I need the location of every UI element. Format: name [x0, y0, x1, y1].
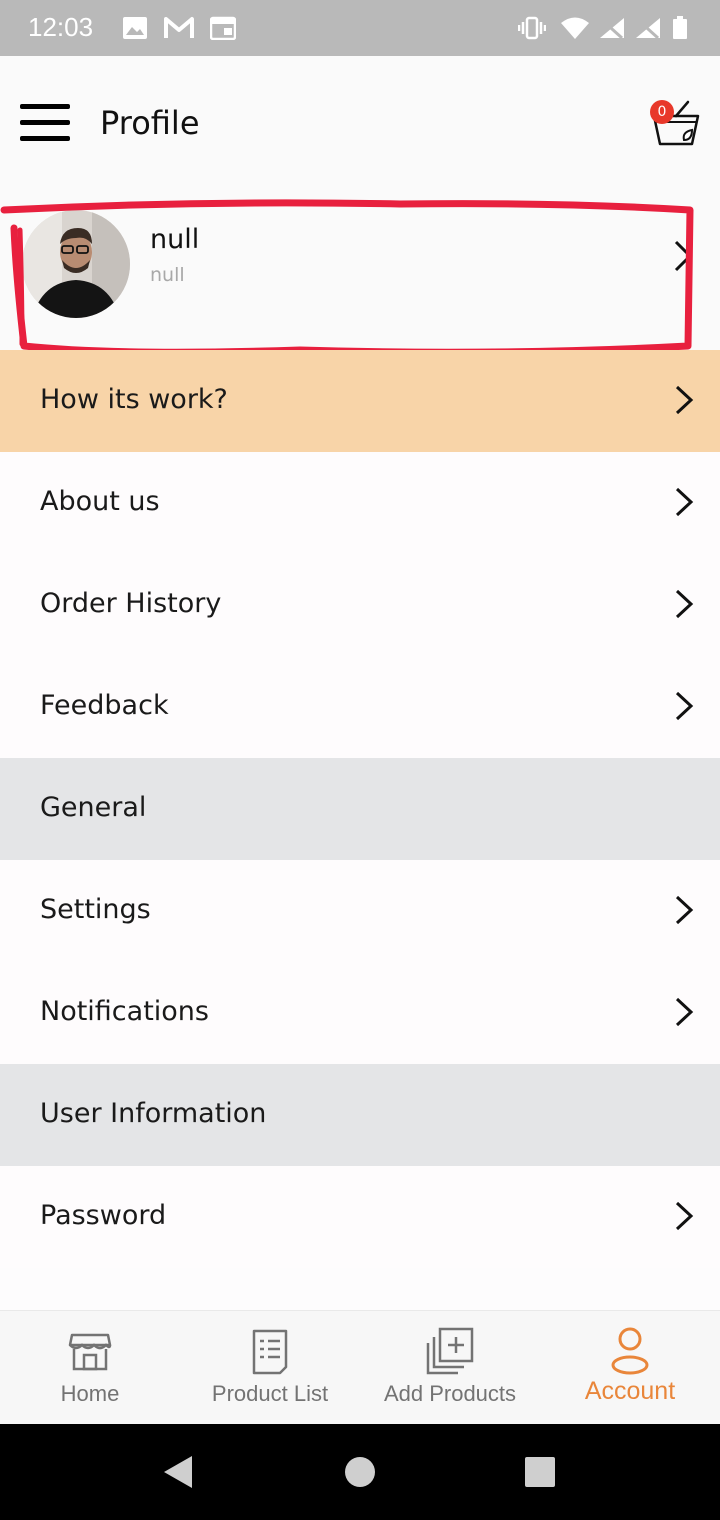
nav-home[interactable]: Home — [0, 1311, 180, 1425]
nav-add-products[interactable]: Add Products — [360, 1311, 540, 1425]
status-bar: 12:03 — [0, 0, 720, 56]
battery-icon — [673, 16, 687, 39]
menu-label: Password — [40, 1200, 167, 1231]
section-label: User Information — [40, 1098, 267, 1129]
app-bar: Profile 0 — [0, 56, 720, 196]
profile-card[interactable]: null null — [0, 196, 720, 350]
menu-label: Settings — [40, 894, 151, 925]
no-signal-icon — [636, 18, 660, 40]
section-header-user-information: User Information — [0, 1064, 720, 1166]
menu-how-it-works[interactable]: How its work? — [0, 350, 720, 452]
bottom-nav: Home Product List Add Products Account — [0, 1310, 720, 1424]
chevron-right-icon — [674, 240, 693, 272]
menu-feedback[interactable]: Feedback — [0, 656, 720, 758]
chevron-right-icon — [675, 1201, 694, 1231]
menu-label: Order History — [40, 588, 222, 619]
no-signal-icon — [600, 18, 624, 40]
wifi-icon — [561, 17, 589, 39]
menu-order-history[interactable]: Order History — [0, 554, 720, 656]
cart-badge: 0 — [650, 100, 674, 124]
menu-icon[interactable] — [20, 104, 70, 144]
status-time: 12:03 — [28, 12, 94, 42]
menu-label: Notifications — [40, 996, 209, 1027]
page-title: Profile — [100, 104, 200, 142]
cart-button[interactable]: 0 — [646, 96, 702, 152]
system-nav-bar — [0, 1424, 720, 1520]
recents-icon[interactable] — [524, 1454, 556, 1490]
profile-name: null — [150, 224, 200, 255]
nav-label: Account — [584, 1377, 676, 1405]
vibrate-icon — [518, 16, 546, 40]
menu-notifications[interactable]: Notifications — [0, 962, 720, 1064]
avatar — [22, 210, 130, 318]
menu-about-us[interactable]: About us — [0, 452, 720, 554]
nav-product-list[interactable]: Product List — [180, 1311, 360, 1425]
nav-label: Home — [60, 1381, 120, 1406]
section-header-general: General — [0, 758, 720, 860]
menu-password[interactable]: Password — [0, 1166, 720, 1268]
calendar-icon — [210, 16, 236, 40]
profile-subtitle: null — [150, 264, 185, 286]
nav-label: Product List — [211, 1381, 329, 1406]
menu-label: How its work? — [40, 384, 228, 415]
nav-label: Add Products — [383, 1381, 517, 1406]
nav-account[interactable]: Account — [540, 1311, 720, 1425]
add-box-icon — [426, 1327, 474, 1375]
person-icon — [611, 1327, 649, 1375]
menu-label: About us — [40, 486, 160, 517]
image-icon — [123, 17, 147, 39]
chevron-right-icon — [675, 589, 694, 619]
back-icon[interactable] — [162, 1454, 194, 1490]
chevron-right-icon — [675, 997, 694, 1027]
list-icon — [252, 1329, 288, 1375]
menu-settings[interactable]: Settings — [0, 860, 720, 962]
chevron-right-icon — [675, 385, 694, 415]
chevron-right-icon — [675, 691, 694, 721]
chevron-right-icon — [675, 895, 694, 925]
section-label: General — [40, 792, 147, 823]
gmail-icon — [164, 17, 194, 38]
chevron-right-icon — [675, 487, 694, 517]
home-circle-icon[interactable] — [344, 1454, 376, 1490]
store-icon — [68, 1333, 112, 1371]
menu-label: Feedback — [40, 690, 169, 721]
